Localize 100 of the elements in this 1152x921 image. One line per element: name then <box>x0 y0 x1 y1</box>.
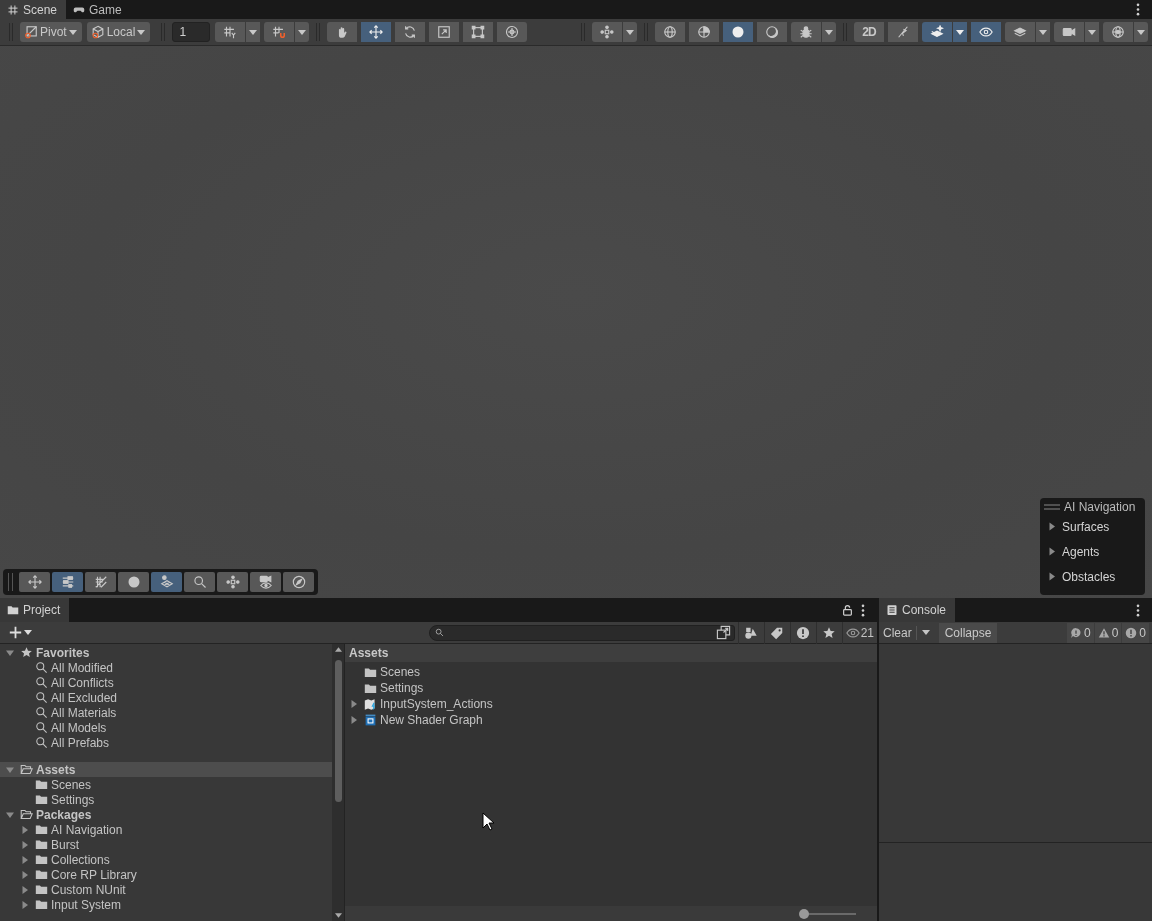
more-options-icon[interactable] <box>1136 603 1140 617</box>
pivot-dropdown[interactable]: Pivot <box>20 22 82 42</box>
collapsed-arrow-icon[interactable] <box>1048 547 1056 556</box>
dropdown-button[interactable] <box>623 22 637 42</box>
dropdown-button[interactable] <box>295 22 310 42</box>
sparkle-layers-button[interactable] <box>922 22 952 42</box>
tree-item[interactable]: Collections <box>0 852 332 867</box>
tree-item[interactable]: All Conflicts <box>0 675 332 690</box>
scrollbar[interactable] <box>332 644 345 921</box>
tree-item[interactable]: All Models <box>0 720 332 735</box>
hand-button[interactable] <box>327 22 358 42</box>
bug-button[interactable] <box>791 22 821 42</box>
2d-toggle-button[interactable]: 2D <box>854 22 884 42</box>
collapsed-arrow-icon[interactable] <box>350 716 358 724</box>
expanded-arrow-icon[interactable] <box>6 648 14 657</box>
scroll-down-icon[interactable] <box>335 913 342 918</box>
grid-tab[interactable]: Scene <box>0 0 67 19</box>
info-bubble-count-button[interactable]: 0 <box>1066 622 1094 643</box>
error-circle-count-button[interactable]: 0 <box>1122 622 1149 643</box>
tree-item[interactable]: Scenes <box>0 777 332 792</box>
overlay-item[interactable]: Obstacles <box>1044 564 1141 589</box>
dropdown-button[interactable] <box>1134 22 1148 42</box>
tree-item[interactable]: All Excluded <box>0 690 332 705</box>
slider-thumb[interactable] <box>799 908 809 919</box>
grid-snap-button[interactable] <box>215 22 246 42</box>
lock-icon[interactable] <box>842 604 853 616</box>
tree-item[interactable]: Favorites <box>0 645 332 660</box>
dropdown-button[interactable] <box>822 22 836 42</box>
collapsed-arrow-icon[interactable] <box>21 885 29 894</box>
compass-button[interactable] <box>283 572 314 592</box>
sphere-button[interactable] <box>723 22 753 42</box>
slashed-light-button[interactable] <box>888 22 918 42</box>
shaded-sphere-button[interactable] <box>689 22 719 42</box>
tree-item[interactable]: Custom NUnit <box>0 882 332 897</box>
collapsed-arrow-icon[interactable] <box>1048 522 1056 531</box>
collapsed-arrow-icon[interactable] <box>21 855 29 864</box>
tree-item[interactable]: Packages <box>0 807 332 822</box>
collapsed-arrow-icon[interactable] <box>1048 572 1056 581</box>
grid-size-field[interactable]: 1 <box>172 22 211 42</box>
gizmo-sphere-button[interactable] <box>1103 22 1133 42</box>
more-options-icon[interactable] <box>861 603 865 617</box>
overlay-item[interactable]: Agents <box>1044 539 1141 564</box>
move-arrows-button[interactable] <box>361 22 392 42</box>
scroll-up-icon[interactable] <box>335 647 342 652</box>
drag-handle-icon[interactable] <box>1044 504 1060 510</box>
cube-dropdown[interactable]: Local <box>86 22 151 42</box>
collapsed-arrow-icon[interactable] <box>350 700 358 708</box>
search-field[interactable] <box>428 624 735 641</box>
eye-button[interactable] <box>971 22 1001 42</box>
scale-button[interactable] <box>429 22 460 42</box>
asset-item[interactable]: Settings <box>345 680 877 696</box>
tree-item[interactable]: Burst <box>0 837 332 852</box>
collapsed-arrow-icon[interactable] <box>21 900 29 909</box>
clear-button[interactable]: Clear <box>879 622 916 643</box>
wireframe-sphere-button[interactable] <box>655 22 685 42</box>
more-options-icon[interactable] <box>1136 3 1140 16</box>
orientation-button[interactable] <box>592 22 622 42</box>
tree-item[interactable]: All Prefabs <box>0 735 332 750</box>
asset-item[interactable]: InputSystem_Actions <box>345 696 877 712</box>
sphere-button[interactable] <box>118 572 149 592</box>
expanded-arrow-icon[interactable] <box>6 765 14 774</box>
gamepad-tab[interactable]: Game <box>66 0 131 19</box>
orientation-button[interactable] <box>217 572 248 592</box>
navmesh-agent-button[interactable] <box>151 572 182 592</box>
expanded-arrow-icon[interactable] <box>6 810 14 819</box>
dropdown-button[interactable] <box>246 22 261 42</box>
move-arrows-button[interactable] <box>19 572 50 592</box>
open-window-icon[interactable] <box>715 625 731 640</box>
collapsed-arrow-icon[interactable] <box>21 825 29 834</box>
eye-filter-button[interactable]: 21 <box>841 621 877 644</box>
tree-item[interactable]: Assets <box>0 762 332 777</box>
dropdown-button[interactable] <box>1085 22 1099 42</box>
tree-item[interactable]: All Materials <box>0 705 332 720</box>
tree-item[interactable]: Settings <box>0 792 332 807</box>
layers-button[interactable] <box>1005 22 1035 42</box>
dropdown-button[interactable] <box>1036 22 1050 42</box>
crescent-button[interactable] <box>757 22 787 42</box>
collapsed-arrow-icon[interactable] <box>21 840 29 849</box>
sliders-button[interactable] <box>52 572 83 592</box>
overlay-item[interactable]: Surfaces <box>1044 514 1141 539</box>
asset-item[interactable]: Scenes <box>345 664 877 680</box>
tree-item[interactable]: All Modified <box>0 660 332 675</box>
magnet-grid-button[interactable] <box>264 22 295 42</box>
dropdown-button[interactable] <box>953 22 967 42</box>
collapse-toggle[interactable]: Collapse <box>938 622 998 643</box>
folder-tab[interactable]: Project <box>0 598 70 622</box>
tree-item[interactable]: Input System <box>0 897 332 912</box>
collapsed-arrow-icon[interactable] <box>21 870 29 879</box>
video-camera-button[interactable] <box>1054 22 1084 42</box>
rotate-button[interactable] <box>395 22 426 42</box>
warning-triangle-count-button[interactable]: 0 <box>1094 622 1122 643</box>
tree-item[interactable]: Core RP Library <box>0 867 332 882</box>
hatched-grid-button[interactable] <box>85 572 116 592</box>
camera-eye-button[interactable] <box>250 572 281 592</box>
asset-item[interactable]: New Shader Graph <box>345 712 877 728</box>
rect-handles-button[interactable] <box>463 22 494 42</box>
console-tab[interactable]: Console <box>879 598 956 622</box>
search-button[interactable] <box>184 572 215 592</box>
tree-item[interactable]: AI Navigation <box>0 822 332 837</box>
transform-button[interactable] <box>497 22 528 42</box>
